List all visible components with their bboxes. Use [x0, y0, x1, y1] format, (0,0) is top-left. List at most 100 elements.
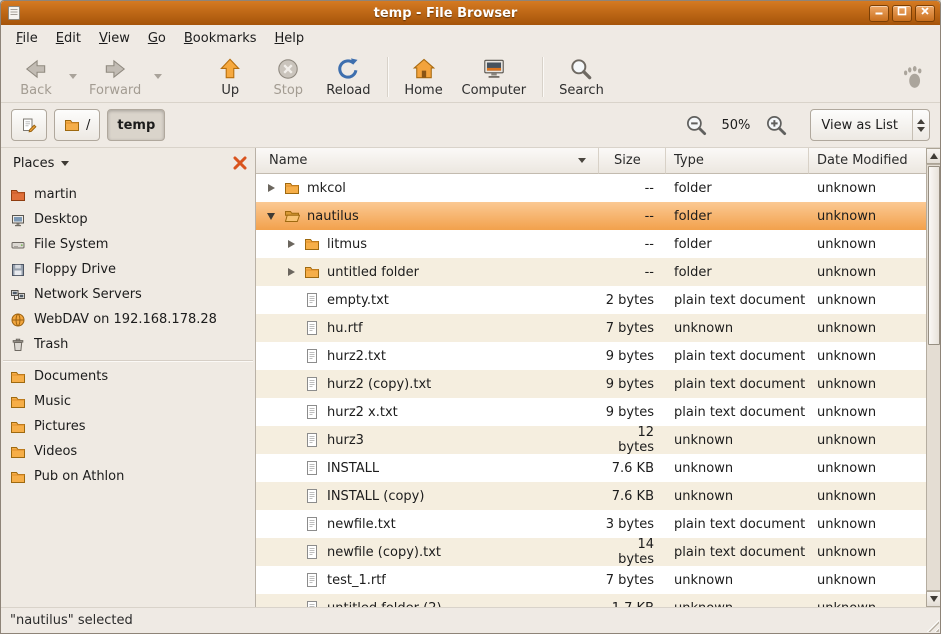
file-name: hurz2 (copy).txt	[327, 377, 431, 392]
expander-collapsed-icon[interactable]	[284, 265, 298, 279]
text-file-icon	[304, 488, 320, 504]
scroll-down-button[interactable]	[926, 591, 941, 607]
minimize-button[interactable]	[869, 5, 889, 22]
text-file-icon	[304, 348, 320, 364]
maximize-button[interactable]	[892, 5, 912, 22]
table-row-hurz2-x-txt[interactable]: hurz2 x.txt9 bytesplain text documentunk…	[256, 398, 926, 426]
table-row-install[interactable]: INSTALL7.6 KBunknownunknown	[256, 454, 926, 482]
zoom-out-button[interactable]	[683, 112, 709, 138]
sidebar-item-label: Pictures	[34, 419, 85, 434]
table-row-untitled-folder[interactable]: untitled folder--folderunknown	[256, 258, 926, 286]
spin-up-icon	[917, 119, 925, 124]
close-button[interactable]	[915, 5, 935, 22]
file-name: hurz2 x.txt	[327, 405, 398, 420]
sidebar-item-file-system[interactable]: File System	[1, 232, 255, 257]
home-button[interactable]: Home	[395, 54, 453, 99]
file-type: plain text document	[666, 293, 809, 308]
view-mode-spinner[interactable]	[912, 110, 929, 140]
resize-grip[interactable]	[923, 616, 939, 632]
expander-expanded-icon[interactable]	[264, 209, 278, 223]
sort-indicator-icon	[578, 158, 586, 163]
status-bar: "nautilus" selected	[1, 607, 940, 633]
sidebar-item-documents[interactable]: Documents	[1, 364, 255, 389]
up-button[interactable]: Up	[201, 54, 259, 99]
table-row-empty-txt[interactable]: empty.txt2 bytesplain text documentunkno…	[256, 286, 926, 314]
file-name: litmus	[327, 237, 367, 252]
sidebar-item-pictures[interactable]: Pictures	[1, 414, 255, 439]
reload-icon	[335, 56, 361, 82]
column-header-date-modified[interactable]: Date Modified	[809, 148, 926, 174]
sidebar-item-network-servers[interactable]: Network Servers	[1, 282, 255, 307]
sidebar-item-pub-on-athlon[interactable]: Pub on Athlon	[1, 464, 255, 489]
reload-button[interactable]: Reload	[317, 54, 379, 99]
scrollbar-thumb[interactable]	[928, 166, 940, 345]
view-mode-select[interactable]: View as List	[810, 109, 930, 141]
table-row-hurz3[interactable]: hurz312 bytesunknownunknown	[256, 426, 926, 454]
file-size: 9 bytes	[599, 377, 666, 392]
menu-item-edit[interactable]: Edit	[47, 28, 90, 49]
file-size: 3 bytes	[599, 517, 666, 532]
name-cell: hurz2 (copy).txt	[256, 376, 599, 392]
table-row-nautilus[interactable]: nautilus--folderunknown	[256, 202, 926, 230]
table-row-litmus[interactable]: litmus--folderunknown	[256, 230, 926, 258]
table-row-hu-rtf[interactable]: hu.rtf7 bytesunknownunknown	[256, 314, 926, 342]
table-row-hurz2-txt[interactable]: hurz2.txt9 bytesplain text documentunkno…	[256, 342, 926, 370]
name-cell: untitled folder	[256, 264, 599, 280]
sidebar-close-button[interactable]	[231, 154, 249, 172]
menu-item-go[interactable]: Go	[139, 28, 175, 49]
table-row-install-copy[interactable]: INSTALL (copy)7.6 KBunknownunknown	[256, 482, 926, 510]
folder-icon	[10, 444, 26, 460]
scroll-up-button[interactable]	[926, 148, 941, 164]
table-row-newfile-txt[interactable]: newfile.txt3 bytesplain text documentunk…	[256, 510, 926, 538]
sidebar-item-webdav-on-192-168-178-28[interactable]: WebDAV on 192.168.178.28	[1, 307, 255, 332]
menu-item-file[interactable]: File	[7, 28, 47, 49]
menu-item-bookmarks[interactable]: Bookmarks	[175, 28, 266, 49]
search-button[interactable]: Search	[550, 54, 613, 99]
column-header-name[interactable]: Name	[256, 148, 599, 174]
sidebar-item-videos[interactable]: Videos	[1, 439, 255, 464]
sidebar-item-floppy-drive[interactable]: Floppy Drive	[1, 257, 255, 282]
vertical-scrollbar[interactable]	[926, 148, 941, 607]
minimize-icon	[873, 5, 885, 21]
edit-location-button[interactable]	[11, 109, 47, 141]
table-row-test-1-rtf[interactable]: test_1.rtf7 bytesunknownunknown	[256, 566, 926, 594]
file-name: untitled folder	[327, 265, 419, 280]
forward-icon	[102, 56, 128, 82]
places-dropdown-button[interactable]: Places	[5, 152, 77, 175]
menu-item-help[interactable]: Help	[266, 28, 314, 49]
places-separator	[3, 360, 253, 361]
expander-placeholder	[284, 377, 298, 391]
path-current-button[interactable]: temp	[107, 109, 165, 141]
table-row-untitled-folder-2[interactable]: untitled folder (2)1.7 KBunknownunknown	[256, 594, 926, 607]
text-file-icon	[304, 432, 320, 448]
expander-collapsed-icon[interactable]	[284, 237, 298, 251]
sidebar-item-label: Music	[34, 394, 71, 409]
arrow-down-icon	[930, 596, 938, 602]
path-root-button[interactable]: /	[54, 109, 100, 141]
file-type: plain text document	[666, 545, 809, 560]
column-header-type[interactable]: Type	[666, 148, 809, 174]
sidebar-item-desktop[interactable]: Desktop	[1, 207, 255, 232]
computer-button[interactable]: Computer	[453, 54, 536, 99]
file-date-modified: unknown	[809, 517, 926, 532]
sidebar-item-label: WebDAV on 192.168.178.28	[34, 312, 217, 327]
column-header-size[interactable]: Size	[599, 148, 666, 174]
scrollbar-trough[interactable]	[926, 164, 941, 591]
expander-collapsed-icon[interactable]	[264, 181, 278, 195]
file-name: hurz3	[327, 433, 364, 448]
expander-placeholder	[284, 293, 298, 307]
file-date-modified: unknown	[809, 545, 926, 560]
maximize-icon	[896, 5, 908, 21]
menu-item-view[interactable]: View	[90, 28, 139, 49]
table-row-hurz2-copy-txt[interactable]: hurz2 (copy).txt9 bytesplain text docume…	[256, 370, 926, 398]
folder-open-icon	[284, 208, 300, 224]
zoom-in-button[interactable]	[763, 112, 789, 138]
titlebar[interactable]: temp - File Browser	[1, 1, 940, 25]
sidebar-item-trash[interactable]: Trash	[1, 332, 255, 357]
file-date-modified: unknown	[809, 181, 926, 196]
table-row-mkcol[interactable]: mkcol--folderunknown	[256, 174, 926, 202]
sidebar-item-music[interactable]: Music	[1, 389, 255, 414]
table-row-newfile-copy-txt[interactable]: newfile (copy).txt14 bytesplain text doc…	[256, 538, 926, 566]
sidebar-item-martin[interactable]: martin	[1, 182, 255, 207]
edit-location-icon	[21, 117, 37, 133]
